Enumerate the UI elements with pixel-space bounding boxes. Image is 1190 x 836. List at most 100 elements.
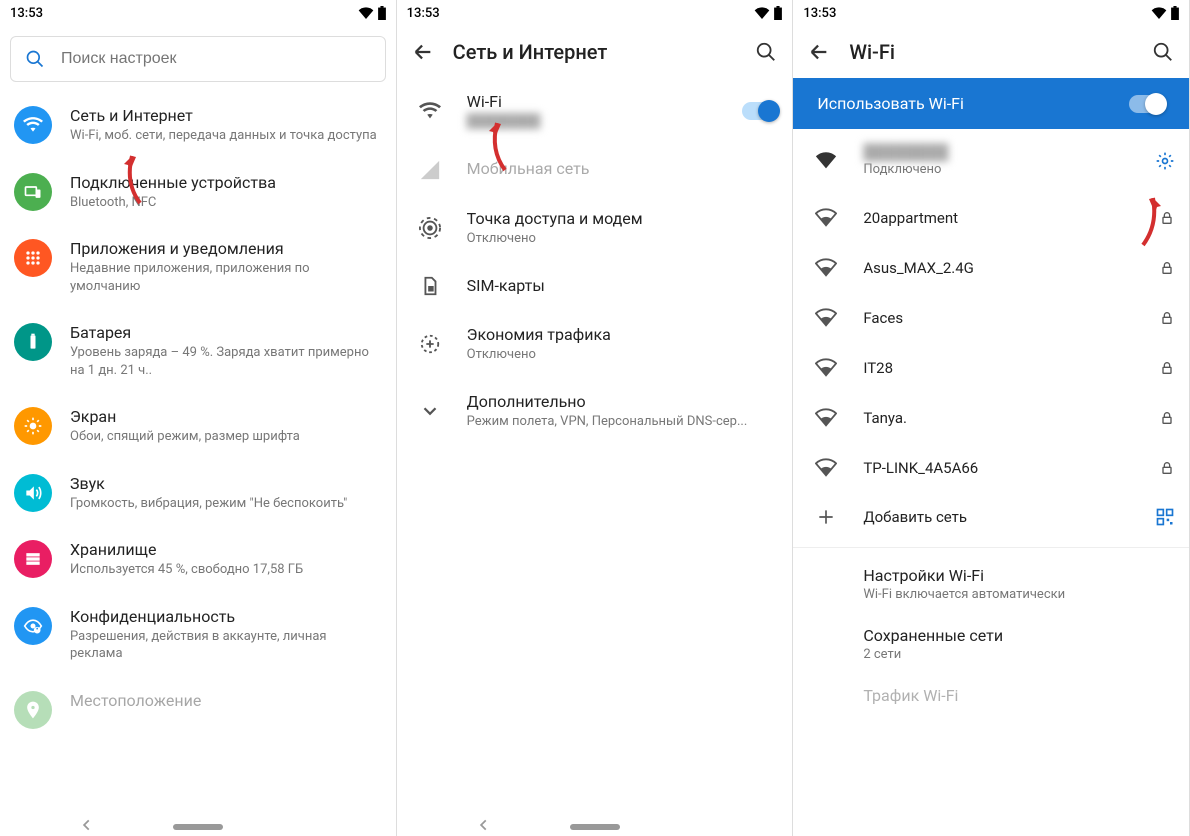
item-subtitle: Недавние приложения, приложения по умолч… <box>70 260 382 295</box>
status-icons <box>754 6 782 20</box>
nav-back-icon[interactable] <box>477 818 491 832</box>
wifi-status-icon <box>358 7 374 19</box>
item-title: Подключенные устройства <box>70 173 382 192</box>
privacy-icon <box>14 607 52 645</box>
wifi-network[interactable]: IT28 <box>793 343 1189 393</box>
status-time: 13:53 <box>803 6 1151 21</box>
search-box[interactable] <box>10 36 386 82</box>
network-list: Wi-Fi ████████ Мобильная сеть Точка дост… <box>397 78 793 836</box>
status-icons <box>1151 6 1179 20</box>
wifi-toggle[interactable] <box>742 102 778 120</box>
item-text: Экран Обои, спящий режим, размер шрифта <box>70 407 382 446</box>
qr-icon[interactable] <box>1155 507 1175 527</box>
wifi-ssid: 20appartment <box>863 209 1141 227</box>
sim-dim-icon <box>411 159 449 181</box>
use-wifi-toggle[interactable] <box>1129 95 1165 113</box>
gear-icon[interactable] <box>1155 151 1175 171</box>
wifi-signal-icon <box>807 457 845 479</box>
item-title: Конфиденциальность <box>70 607 382 626</box>
network-item-advanced[interactable]: Дополнительно Режим полета, VPN, Персона… <box>397 378 793 445</box>
settings-item-privacy[interactable]: Конфиденциальность Разрешения, действия … <box>0 593 396 677</box>
search-button[interactable] <box>1151 40 1175 64</box>
network-item-mobile[interactable]: Мобильная сеть <box>397 145 793 195</box>
saved-networks-section[interactable]: Сохраненные сети 2 сети <box>793 614 1189 674</box>
status-bar: 13:53 <box>0 0 396 26</box>
use-wifi-label: Использовать Wi-Fi <box>817 94 964 113</box>
network-item-wifi[interactable]: Wi-Fi ████████ <box>397 78 793 145</box>
battery-status-icon <box>774 6 782 20</box>
wifi-signal-icon <box>807 150 845 172</box>
display-icon <box>14 407 52 445</box>
item-title: Экономия трафика <box>467 325 779 344</box>
item-title: Точка доступа и модем <box>467 209 779 228</box>
network-item-sim[interactable]: SIM-карты <box>397 261 793 311</box>
chevron-down-icon <box>411 400 449 422</box>
lock-icon <box>1159 210 1175 226</box>
back-button[interactable] <box>411 40 435 64</box>
hotspot-icon <box>411 217 449 239</box>
wifi-ssid: Asus_MAX_2.4G <box>863 259 1141 277</box>
wifi-ssid: Tanya. <box>863 409 1141 427</box>
wifi-list: ████████ Подключено 20appartment Asus_MA… <box>793 129 1189 836</box>
devices-icon <box>14 173 52 211</box>
status-time: 13:53 <box>10 6 358 21</box>
settings-item-devices[interactable]: Подключенные устройства Bluetooth, NFC <box>0 159 396 226</box>
status-time: 13:53 <box>407 6 755 21</box>
settings-item-network[interactable]: Сеть и Интернет Wi-Fi, моб. сети, переда… <box>0 92 396 159</box>
item-text: Точка доступа и модем Отключено <box>467 209 779 248</box>
panel-network: 13:53 Сеть и Интернет Wi-Fi ████████ Моб… <box>397 0 794 836</box>
item-title: Батарея <box>70 323 382 342</box>
wifi-network[interactable]: 20appartment <box>793 193 1189 243</box>
search-button[interactable] <box>754 40 778 64</box>
use-wifi-bar: Использовать Wi-Fi <box>793 78 1189 129</box>
item-title: Дополнительно <box>467 392 779 411</box>
wifi-network[interactable]: Faces <box>793 293 1189 343</box>
item-text: Местоположение <box>70 691 382 712</box>
item-title: Хранилище <box>70 540 382 559</box>
battery-status-icon <box>1171 6 1179 20</box>
item-title: Приложения и уведомления <box>70 239 382 258</box>
nav-back-icon[interactable] <box>80 818 94 832</box>
item-title: Сеть и Интернет <box>70 106 382 125</box>
settings-list: Сеть и Интернет Wi-Fi, моб. сети, переда… <box>0 92 396 836</box>
settings-item-sound[interactable]: Звук Громкость, вибрация, режим "Не бесп… <box>0 460 396 527</box>
item-title: Местоположение <box>70 691 382 710</box>
wifi-signal-icon <box>807 207 845 229</box>
wifi-settings-section[interactable]: Настройки Wi-Fi Wi-Fi включается автомат… <box>793 554 1189 614</box>
panel-wifi: 13:53 Wi-Fi Использовать Wi-Fi ████████ … <box>793 0 1190 836</box>
nav-pill[interactable] <box>570 824 620 830</box>
item-text: Хранилище Используется 45 %, свободно 17… <box>70 540 382 579</box>
back-button[interactable] <box>807 40 831 64</box>
item-title: Экран <box>70 407 382 426</box>
location-icon <box>14 691 52 729</box>
item-subtitle: ████████ <box>467 113 725 131</box>
settings-item-battery[interactable]: Батарея Уровень заряда – 49 %. Заряда хв… <box>0 309 396 393</box>
item-text: Мобильная сеть <box>467 159 779 180</box>
add-network[interactable]: Добавить сеть <box>793 493 1189 541</box>
sound-icon <box>14 474 52 512</box>
datasaver-icon <box>411 333 449 355</box>
item-subtitle: Уровень заряда – 49 %. Заряда хватит при… <box>70 344 382 379</box>
item-subtitle: Wi-Fi, моб. сети, передача данных и точк… <box>70 127 382 145</box>
wifi-network[interactable]: TP-LINK_4A5A66 <box>793 443 1189 493</box>
section-title: Настройки Wi-Fi <box>863 566 1175 585</box>
network-item-hotspot[interactable]: Точка доступа и модем Отключено <box>397 195 793 262</box>
item-text: Конфиденциальность Разрешения, действия … <box>70 607 382 663</box>
item-text: ████████ Подключено <box>863 143 1137 179</box>
wifi-traffic-section[interactable]: Трафик Wi-Fi <box>793 674 1189 719</box>
nav-pill[interactable] <box>173 824 223 830</box>
search-input[interactable] <box>61 50 371 68</box>
wifi-network[interactable]: Tanya. <box>793 393 1189 443</box>
item-text: Подключенные устройства Bluetooth, NFC <box>70 173 382 212</box>
settings-item-storage[interactable]: Хранилище Используется 45 %, свободно 17… <box>0 526 396 593</box>
page-title: Сеть и Интернет <box>453 40 737 64</box>
settings-item-location[interactable]: Местоположение <box>0 677 396 743</box>
lock-icon <box>1159 410 1175 426</box>
network-item-datasaver[interactable]: Экономия трафика Отключено <box>397 311 793 378</box>
settings-item-apps[interactable]: Приложения и уведомления Недавние прилож… <box>0 225 396 309</box>
settings-item-display[interactable]: Экран Обои, спящий режим, размер шрифта <box>0 393 396 460</box>
status-bar: 13:53 <box>397 0 793 26</box>
wifi-network[interactable]: Asus_MAX_2.4G <box>793 243 1189 293</box>
wifi-connected[interactable]: ████████ Подключено <box>793 129 1189 193</box>
wifi-icon <box>411 100 449 122</box>
